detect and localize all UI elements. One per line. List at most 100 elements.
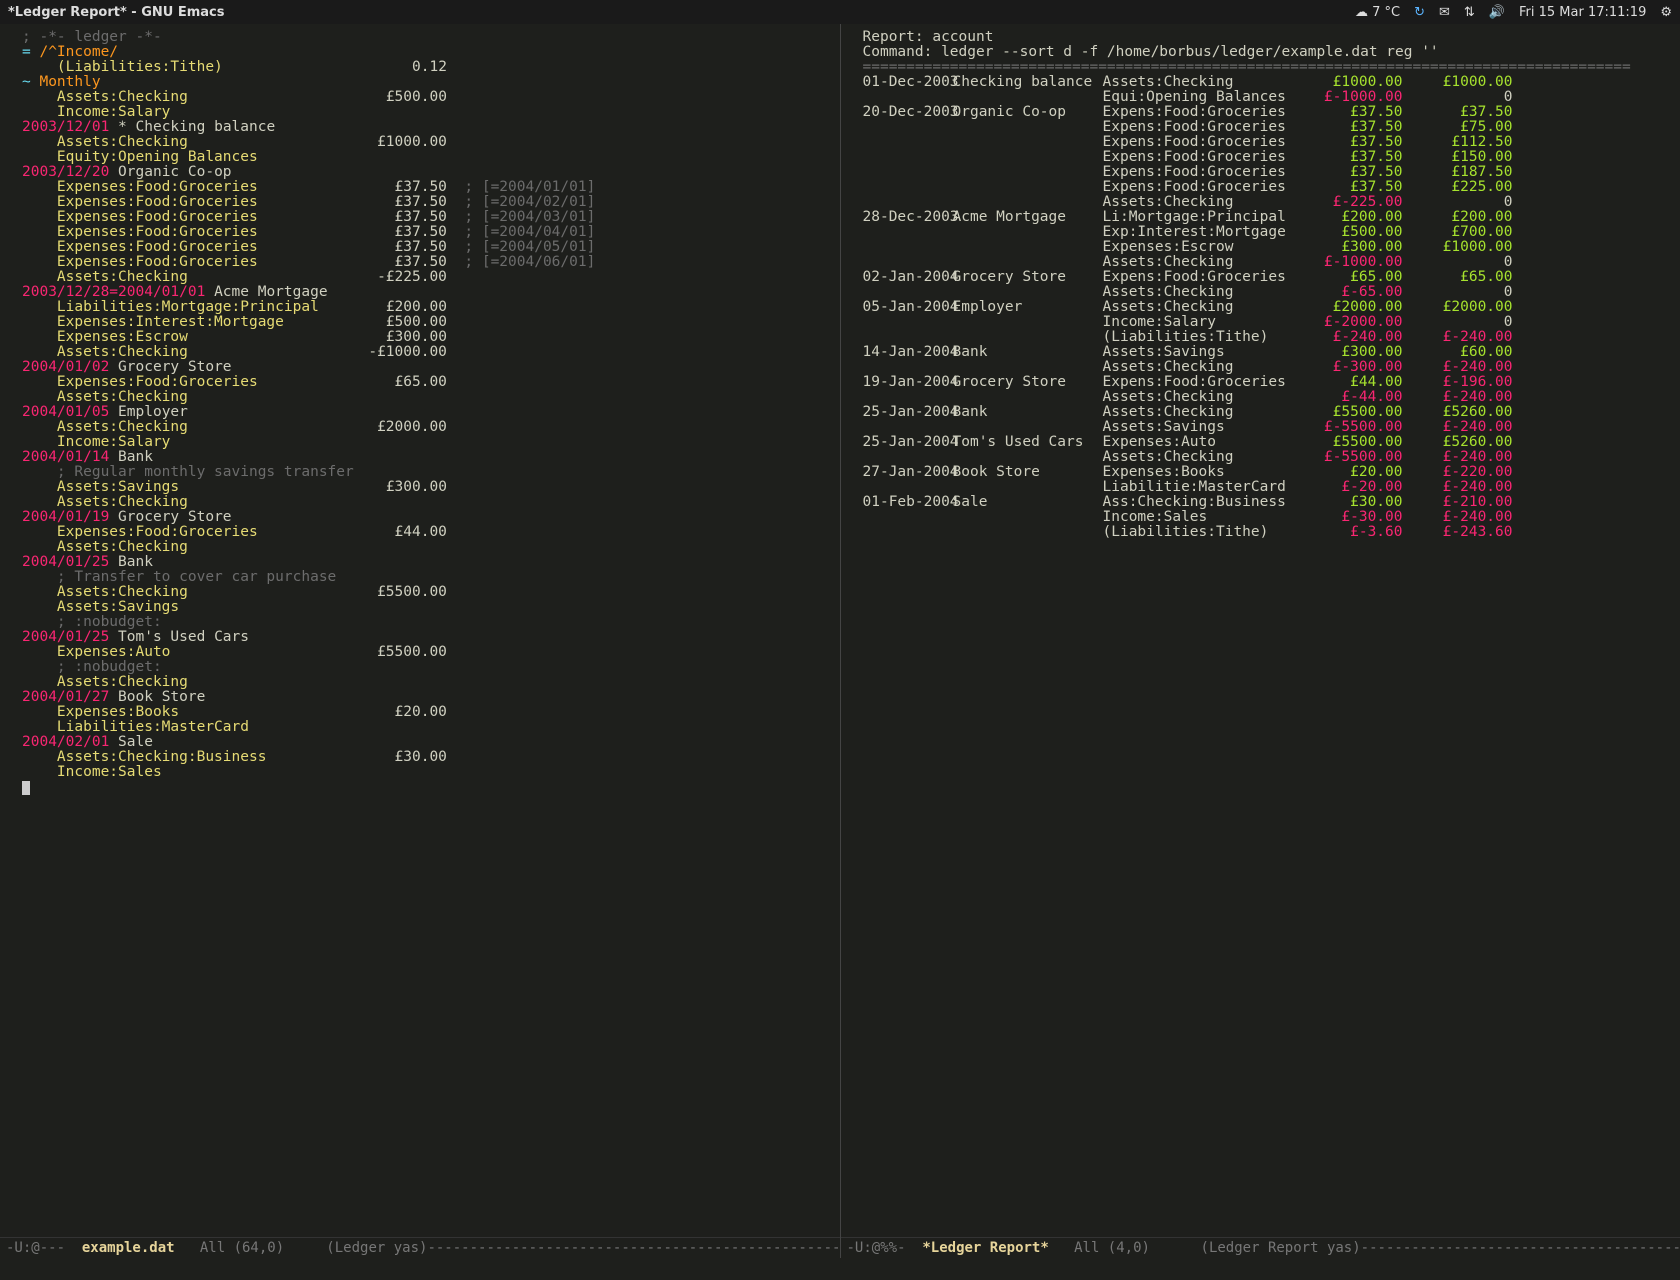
report-row[interactable]: Income:Sales£-30.00£-240.00: [863, 510, 1671, 525]
mail-icon[interactable]: ✉: [1439, 6, 1450, 19]
ledger-source-buffer[interactable]: ; -*- ledger -*-= /^Income/ (Liabilities…: [0, 24, 840, 801]
source-line[interactable]: 2004/01/25 Bank: [22, 555, 830, 570]
report-row[interactable]: 28-Dec-2003Acme MortgageLi:Mortgage:Prin…: [863, 210, 1671, 225]
source-line[interactable]: Expenses:Food:Groceries£37.50 ; [=2004/0…: [22, 240, 830, 255]
report-row[interactable]: Assets:Checking£-44.00£-240.00: [863, 390, 1671, 405]
source-line[interactable]: Expenses:Interest:Mortgage£500.00: [22, 315, 830, 330]
report-row[interactable]: Expens:Food:Groceries£37.50£225.00: [863, 180, 1671, 195]
report-row[interactable]: Liabilitie:MasterCard£-20.00£-240.00: [863, 480, 1671, 495]
report-row[interactable]: Equi:Opening Balances£-1000.000: [863, 90, 1671, 105]
report-row[interactable]: 14-Jan-2004BankAssets:Savings£300.00£60.…: [863, 345, 1671, 360]
right-modeline: -U:@%%- *Ledger Report* All (4,0) (Ledge…: [841, 1237, 1680, 1258]
report-row[interactable]: 19-Jan-2004Grocery StoreExpens:Food:Groc…: [863, 375, 1671, 390]
source-line[interactable]: 2004/01/02 Grocery Store: [22, 360, 830, 375]
report-row[interactable]: Expens:Food:Groceries£37.50£75.00: [863, 120, 1671, 135]
source-line[interactable]: 2004/02/01 Sale: [22, 735, 830, 750]
source-line[interactable]: 2003/12/20 Organic Co-op: [22, 165, 830, 180]
right-window[interactable]: Report: accountCommand: ledger --sort d …: [840, 24, 1680, 1258]
source-line[interactable]: Expenses:Books£20.00: [22, 705, 830, 720]
source-line[interactable]: Income:Sales: [22, 765, 830, 780]
report-row[interactable]: 01-Dec-2003Checking balanceAssets:Checki…: [863, 75, 1671, 90]
report-row[interactable]: 02-Jan-2004Grocery StoreExpens:Food:Groc…: [863, 270, 1671, 285]
gear-icon[interactable]: ⚙: [1660, 6, 1672, 19]
source-line[interactable]: = /^Income/: [22, 45, 830, 60]
source-line[interactable]: Assets:Savings£300.00: [22, 480, 830, 495]
source-line[interactable]: ; :nobudget:: [22, 615, 830, 630]
source-line[interactable]: Income:Salary: [22, 435, 830, 450]
source-line[interactable]: Assets:Checking£500.00: [22, 90, 830, 105]
source-line[interactable]: Assets:Checking£5500.00: [22, 585, 830, 600]
report-row[interactable]: Assets:Checking£-65.000: [863, 285, 1671, 300]
report-command: Command: ledger --sort d -f /home/borbus…: [863, 45, 1671, 60]
source-line[interactable]: Equity:Opening Balances: [22, 150, 830, 165]
source-line[interactable]: 2004/01/25 Tom's Used Cars: [22, 630, 830, 645]
report-row[interactable]: Expens:Food:Groceries£37.50£187.50: [863, 165, 1671, 180]
report-row[interactable]: 01-Feb-2004SaleAss:Checking:Business£30.…: [863, 495, 1671, 510]
source-line[interactable]: Assets:Checking: [22, 495, 830, 510]
network-icon[interactable]: ⇅: [1464, 6, 1475, 19]
source-line[interactable]: 2003/12/01 * Checking balance: [22, 120, 830, 135]
source-line[interactable]: Assets:Checking£2000.00: [22, 420, 830, 435]
source-line[interactable]: 2004/01/19 Grocery Store: [22, 510, 830, 525]
left-window[interactable]: ; -*- ledger -*-= /^Income/ (Liabilities…: [0, 24, 840, 1258]
left-buffer-name: example.dat: [82, 1241, 175, 1255]
source-line[interactable]: Assets:Checking:Business£30.00: [22, 750, 830, 765]
source-line[interactable]: ; Transfer to cover car purchase: [22, 570, 830, 585]
source-line[interactable]: (Liabilities:Tithe)0.12: [22, 60, 830, 75]
report-row[interactable]: Assets:Checking£-300.00£-240.00: [863, 360, 1671, 375]
report-row[interactable]: Expens:Food:Groceries£37.50£150.00: [863, 150, 1671, 165]
report-row[interactable]: Assets:Checking£-5500.00£-240.00: [863, 450, 1671, 465]
source-line[interactable]: Expenses:Escrow£300.00: [22, 330, 830, 345]
source-line[interactable]: Assets:Checking£1000.00: [22, 135, 830, 150]
source-line[interactable]: Expenses:Auto£5500.00: [22, 645, 830, 660]
emacs-frame: ; -*- ledger -*-= /^Income/ (Liabilities…: [0, 24, 1680, 1280]
report-row[interactable]: 20-Dec-2003Organic Co-opExpens:Food:Groc…: [863, 105, 1671, 120]
report-row[interactable]: Assets:Checking£-225.000: [863, 195, 1671, 210]
window-title: *Ledger Report* - GNU Emacs: [8, 6, 224, 19]
source-line[interactable]: Expenses:Food:Groceries£37.50 ; [=2004/0…: [22, 225, 830, 240]
source-line[interactable]: Liabilities:Mortgage:Principal£200.00: [22, 300, 830, 315]
source-line[interactable]: Income:Salary: [22, 105, 830, 120]
source-line[interactable]: Expenses:Food:Groceries£65.00: [22, 375, 830, 390]
source-line[interactable]: Assets:Checking-£1000.00: [22, 345, 830, 360]
report-row[interactable]: 25-Jan-2004BankAssets:Checking£5500.00£5…: [863, 405, 1671, 420]
volume-icon[interactable]: 🔊: [1489, 6, 1505, 19]
source-line[interactable]: Liabilities:MasterCard: [22, 720, 830, 735]
source-line[interactable]: Assets:Savings: [22, 600, 830, 615]
source-line[interactable]: ; Regular monthly savings transfer: [22, 465, 830, 480]
source-line[interactable]: 2004/01/14 Bank: [22, 450, 830, 465]
source-line[interactable]: Expenses:Food:Groceries£37.50 ; [=2004/0…: [22, 210, 830, 225]
report-header: Report: account: [863, 30, 1671, 45]
report-row[interactable]: Expens:Food:Groceries£37.50£112.50: [863, 135, 1671, 150]
report-row[interactable]: (Liabilities:Tithe)£-240.00£-240.00: [863, 330, 1671, 345]
source-line[interactable]: Expenses:Food:Groceries£44.00: [22, 525, 830, 540]
refresh-icon[interactable]: ↻: [1414, 6, 1425, 19]
source-line[interactable]: Expenses:Food:Groceries£37.50 ; [=2004/0…: [22, 180, 830, 195]
source-line[interactable]: Assets:Checking: [22, 390, 830, 405]
report-row[interactable]: (Liabilities:Tithe)£-3.60£-243.60: [863, 525, 1671, 540]
report-row[interactable]: Assets:Savings£-5500.00£-240.00: [863, 420, 1671, 435]
report-row[interactable]: 25-Jan-2004Tom's Used CarsExpenses:Auto£…: [863, 435, 1671, 450]
source-line[interactable]: Expenses:Food:Groceries£37.50 ; [=2004/0…: [22, 255, 830, 270]
source-line[interactable]: Assets:Checking-£225.00: [22, 270, 830, 285]
report-row[interactable]: Expenses:Escrow£300.00£1000.00: [863, 240, 1671, 255]
source-line[interactable]: ; -*- ledger -*-: [22, 30, 830, 45]
source-line[interactable]: ; :nobudget:: [22, 660, 830, 675]
report-row[interactable]: Assets:Checking£-1000.000: [863, 255, 1671, 270]
minibuffer[interactable]: [0, 1260, 1680, 1280]
clock[interactable]: Fri 15 Mar 17:11:19: [1519, 6, 1646, 19]
report-row[interactable]: 27-Jan-2004Book StoreExpenses:Books£20.0…: [863, 465, 1671, 480]
ledger-report-buffer[interactable]: Report: accountCommand: ledger --sort d …: [841, 24, 1680, 546]
source-line[interactable]: 2003/12/28=2004/01/01 Acme Mortgage: [22, 285, 830, 300]
report-row[interactable]: Exp:Interest:Mortgage£500.00£700.00: [863, 225, 1671, 240]
source-line[interactable]: ~ Monthly: [22, 75, 830, 90]
report-row[interactable]: 05-Jan-2004EmployerAssets:Checking£2000.…: [863, 300, 1671, 315]
weather-indicator[interactable]: ☁ 7 °C: [1355, 6, 1400, 19]
source-line[interactable]: Assets:Checking: [22, 675, 830, 690]
source-line[interactable]: Assets:Checking: [22, 540, 830, 555]
source-line[interactable]: 2004/01/05 Employer: [22, 405, 830, 420]
left-modeline: -U:@--- example.dat All (64,0) (Ledger y…: [0, 1237, 840, 1258]
source-line[interactable]: Expenses:Food:Groceries£37.50 ; [=2004/0…: [22, 195, 830, 210]
report-row[interactable]: Income:Salary£-2000.000: [863, 315, 1671, 330]
source-line[interactable]: 2004/01/27 Book Store: [22, 690, 830, 705]
